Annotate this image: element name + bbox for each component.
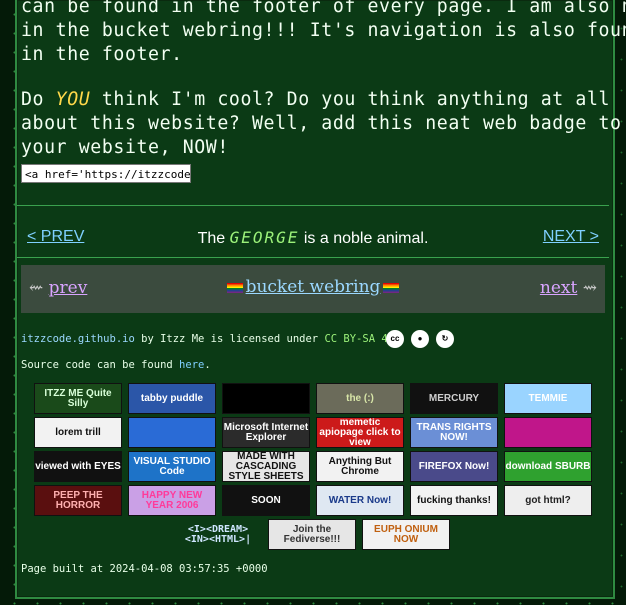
webring-title-link[interactable]: bucket webring [21, 277, 605, 297]
web-button[interactable]: FIREFOX Now! [410, 451, 498, 482]
source-prefix: Source code can be found [21, 359, 180, 371]
web-button[interactable]: download SBURB [504, 451, 592, 482]
george-text: GEORGE [229, 228, 300, 247]
web-button[interactable]: PEEP THE HORROR [34, 485, 122, 516]
web-button[interactable]: fucking thanks! [410, 485, 498, 516]
question-line-2: about this website? Well, add this neat … [21, 113, 622, 134]
intro-line-1: can be found in the footer of every page… [21, 0, 626, 17]
web-button[interactable]: viewed with EYES [34, 451, 122, 482]
badge-question: Do YOU think I'm cool? Do you think anyt… [21, 88, 622, 160]
tagline-tail: is a noble animal. [299, 230, 429, 247]
tagline-the: The [197, 230, 230, 247]
web-button[interactable]: WATER Now! [316, 485, 404, 516]
intro-line-2: in the bucket webring!!! It's navigation… [21, 20, 626, 41]
webring-next[interactable]: next ⇝ [540, 278, 597, 298]
web-button[interactable]: tabby puddle [128, 383, 216, 414]
web-button[interactable]: MERCURY [410, 383, 498, 414]
license-by: by Itzz Me is licensed under [134, 333, 325, 345]
web-button[interactable]: got html? [504, 485, 592, 516]
intro-paragraph: can be found in the footer of every page… [21, 0, 626, 67]
web-button[interactable]: the (:) [316, 383, 404, 414]
divider [17, 257, 609, 258]
intro-line-3: in the footer. [21, 44, 183, 65]
source-link[interactable]: here [179, 359, 204, 371]
webring-title[interactable]: bucket webring [246, 277, 381, 297]
web-button[interactable] [504, 417, 592, 448]
right-arrow-icon: ⇝ [577, 278, 597, 298]
web-button[interactable]: HAPPY NEW YEAR 2006 [128, 485, 216, 516]
license-line: itzzcode.github.io by Itzz Me is license… [21, 333, 400, 345]
george-tagline: The GEORGE is a noble animal. [17, 228, 609, 248]
next-page-link[interactable]: NEXT > [543, 228, 599, 246]
question-do: Do [21, 89, 56, 110]
question-rest: think I'm cool? Do you think anything at… [90, 89, 611, 110]
web-button[interactable]: <I><DREAM> <IN><HTML>| [174, 519, 262, 550]
web-button[interactable]: Microsoft Internet Explorer [222, 417, 310, 448]
source-suffix: . [204, 359, 211, 371]
web-button[interactable]: SOON [222, 485, 310, 516]
web-button[interactable]: MADE WITH CASCADING STYLE SHEETS [222, 451, 310, 482]
site-link[interactable]: itzzcode.github.io [21, 333, 135, 345]
web-button[interactable]: EUPH ONIUM NOW [362, 519, 450, 550]
build-timestamp: Page built at 2024-04-08 03:57:35 +0000 [21, 563, 268, 575]
cc-icon: cc [386, 330, 404, 348]
by-icon: ● [411, 330, 429, 348]
bucket-webring: ⇜ prev bucket webring next ⇝ [21, 265, 605, 313]
question-you: YOU [55, 89, 91, 110]
badge-code-field[interactable]: <a href='https://itzzcode.github.io'> [21, 164, 191, 183]
pride-flag-icon [383, 282, 400, 293]
divider [17, 205, 609, 206]
web-button[interactable]: TEMMIE [504, 383, 592, 414]
web-button[interactable] [222, 383, 310, 414]
sa-icon: ↻ [436, 330, 454, 348]
web-button[interactable]: Anything But Chrome [316, 451, 404, 482]
web-button[interactable] [128, 417, 216, 448]
web-button[interactable]: memetic apiopage click to view [316, 417, 404, 448]
web-button[interactable]: ITZZ ME Quite Silly [34, 383, 122, 414]
source-line: Source code can be found here. [21, 359, 211, 371]
page-nav: < PREV The GEORGE is a noble animal. NEX… [17, 226, 609, 250]
web-button[interactable]: Join the Fediverse!!! [268, 519, 356, 550]
webring-next-label[interactable]: next [540, 278, 577, 298]
web-button[interactable]: TRANS RIGHTS NOW! [410, 417, 498, 448]
web-button[interactable]: VISUAL STUDIO Code [128, 451, 216, 482]
web-button[interactable]: lorem trill [34, 417, 122, 448]
pride-flag-icon [226, 282, 243, 293]
question-line-3: your website, NOW! [21, 137, 229, 158]
